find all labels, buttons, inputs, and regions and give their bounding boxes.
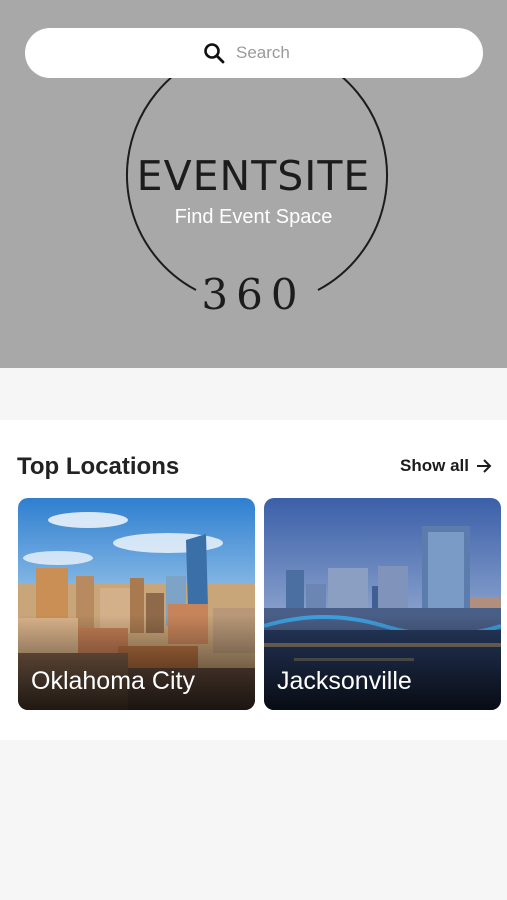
logo-number: 360 [201,270,306,319]
logo-subtitle: Find Event Space [174,206,333,228]
location-card-oklahoma-city[interactable]: Oklahoma City [18,498,255,710]
top-locations-section: Top Locations Show all Oklahoma City Jac… [0,420,507,740]
show-all-label: Show all [400,456,469,475]
search-bar[interactable] [25,28,483,78]
search-icon [204,43,225,64]
logo-title: EVENTSITE [136,152,371,200]
search-input[interactable] [236,43,306,63]
show-all-button[interactable]: Show all [400,456,493,476]
location-name: Jacksonville [277,667,412,695]
hero-banner: EVENTSITE Find Event Space 360 [0,0,507,368]
arrow-right-icon [477,459,492,473]
location-name: Oklahoma City [31,667,195,695]
section-title: Top Locations [17,453,180,480]
location-card-jacksonville[interactable]: Jacksonville [264,498,501,710]
